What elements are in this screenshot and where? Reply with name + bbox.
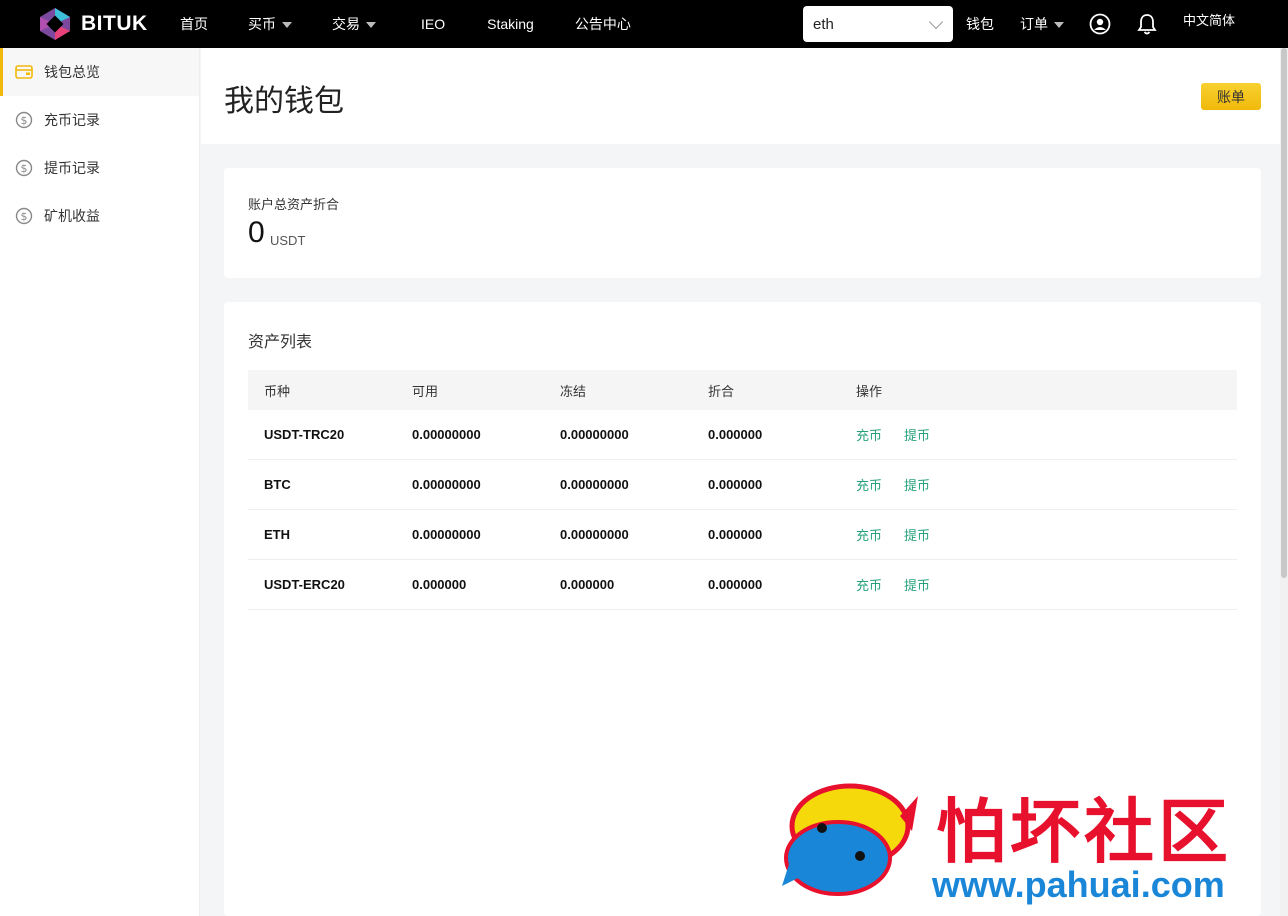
available-amount: 0.00000000 xyxy=(412,427,481,442)
frozen-amount: 0.00000000 xyxy=(560,527,629,542)
equivalent-amount: 0.000000 xyxy=(708,577,763,592)
equivalent-amount: 0.000000 xyxy=(708,427,763,442)
svg-text:$: $ xyxy=(21,210,28,223)
bell-icon[interactable] xyxy=(1137,0,1157,48)
withdraw-link[interactable]: 提币 xyxy=(904,575,930,594)
table-row: ETH 0.00000000 0.00000000 0.000000 充币 提币 xyxy=(248,510,1237,560)
sidebar-item-label: 钱包总览 xyxy=(44,65,100,81)
chevron-down-icon xyxy=(282,22,292,28)
nav-home[interactable]: 首页 xyxy=(180,14,208,34)
header-available: 可用 xyxy=(412,384,439,400)
coin-name: ETH xyxy=(264,527,290,542)
logo-icon xyxy=(37,7,73,41)
sidebar-item-withdraw-history[interactable]: $ 提币记录 xyxy=(0,144,199,192)
watermark-url: www.pahuai.com xyxy=(932,864,1225,905)
coin-name: BTC xyxy=(264,477,291,492)
total-assets-card: 账户总资产折合 0 USDT xyxy=(224,168,1261,278)
header-actions: 操作 xyxy=(856,384,883,400)
header-frozen: 冻结 xyxy=(560,384,587,400)
deposit-link[interactable]: 充币 xyxy=(856,425,882,444)
total-assets-label: 账户总资产折合 xyxy=(248,198,340,213)
row-actions: 充币 提币 xyxy=(840,525,988,544)
chevron-down-icon xyxy=(366,22,376,28)
wallet-icon xyxy=(14,62,34,82)
table-row: USDT-ERC20 0.000000 0.000000 0.000000 充币… xyxy=(248,560,1237,610)
coin-name: USDT-ERC20 xyxy=(264,577,345,592)
bill-button[interactable]: 账单 xyxy=(1201,83,1261,110)
chevron-down-icon xyxy=(1054,22,1064,28)
available-amount: 0.00000000 xyxy=(412,527,481,542)
watermark-chinese-text: 怕坏社区 xyxy=(936,791,1232,873)
table-row: BTC 0.00000000 0.00000000 0.000000 充币 提币 xyxy=(248,460,1237,510)
svg-text:$: $ xyxy=(21,162,28,175)
equivalent-amount: 0.000000 xyxy=(708,477,763,492)
row-actions: 充币 提币 xyxy=(840,475,988,494)
page-header: 我的钱包 账单 xyxy=(201,48,1288,144)
fish-logo-icon xyxy=(782,783,918,896)
nav-buy-label: 买币 xyxy=(248,17,276,33)
top-navbar: BITUK 首页 买币 交易 IEO Staking 公告中心 钱包 订单 xyxy=(0,0,1288,48)
coin-name: USDT-TRC20 xyxy=(264,427,345,442)
sidebar-item-deposit-history[interactable]: $ 充币记录 xyxy=(0,96,199,144)
nav-buy[interactable]: 买币 xyxy=(248,14,292,34)
dollar-icon: $ xyxy=(14,206,34,226)
equivalent-amount: 0.000000 xyxy=(708,527,763,542)
deposit-link[interactable]: 充币 xyxy=(856,525,882,544)
available-amount: 0.00000000 xyxy=(412,477,481,492)
sidebar-item-label: 充币记录 xyxy=(44,113,100,129)
brand-logo[interactable]: BITUK xyxy=(37,7,165,41)
sidebar-item-mining-earnings[interactable]: $ 矿机收益 xyxy=(0,192,199,240)
language-switch[interactable]: 中文简体 xyxy=(1183,0,1235,38)
nav-orders[interactable]: 订单 xyxy=(1020,0,1064,48)
scrollbar-thumb[interactable] xyxy=(1281,48,1287,578)
sidebar-item-label: 矿机收益 xyxy=(44,209,100,225)
brand-name: BITUK xyxy=(81,12,148,35)
withdraw-link[interactable]: 提币 xyxy=(904,475,930,494)
frozen-amount: 0.00000000 xyxy=(560,477,629,492)
row-actions: 充币 提币 xyxy=(840,425,988,444)
withdraw-link[interactable]: 提币 xyxy=(904,425,930,444)
sidebar: 钱包总览 $ 充币记录 $ 提币记录 $ 矿机收益 xyxy=(0,48,200,916)
header-coin: 币种 xyxy=(264,384,291,400)
search-input[interactable] xyxy=(813,15,923,33)
frozen-amount: 0.000000 xyxy=(560,577,615,592)
row-actions: 充币 提币 xyxy=(840,575,988,594)
withdraw-link[interactable]: 提币 xyxy=(904,525,930,544)
nav-trade-label: 交易 xyxy=(332,17,360,33)
page-title: 我的钱包 xyxy=(224,84,344,119)
svg-text:$: $ xyxy=(21,114,28,127)
available-amount: 0.000000 xyxy=(412,577,467,592)
total-assets-unit: USDT xyxy=(270,233,306,248)
table-header: 币种 可用 冻结 折合 操作 xyxy=(248,370,1237,410)
nav-trade[interactable]: 交易 xyxy=(332,14,376,34)
dollar-icon: $ xyxy=(14,158,34,178)
sidebar-item-wallet-overview[interactable]: 钱包总览 xyxy=(0,48,199,96)
sidebar-item-label: 提币记录 xyxy=(44,161,100,177)
nav-orders-label: 订单 xyxy=(1020,17,1048,33)
assets-list-title: 资产列表 xyxy=(248,332,313,351)
nav-wallet[interactable]: 钱包 xyxy=(966,0,994,48)
nav-ieo[interactable]: IEO xyxy=(421,16,445,32)
frozen-amount: 0.00000000 xyxy=(560,427,629,442)
assets-table: 币种 可用 冻结 折合 操作 USDT-TRC20 0.00000000 0.0… xyxy=(248,370,1237,610)
deposit-link[interactable]: 充币 xyxy=(856,575,882,594)
nav-announcements[interactable]: 公告中心 xyxy=(575,14,631,34)
chevron-down-icon[interactable] xyxy=(928,14,944,30)
nav-staking[interactable]: Staking xyxy=(487,16,534,32)
watermark: 怕坏社区 www.pahuai.com xyxy=(780,776,1280,906)
coin-search[interactable] xyxy=(803,6,953,42)
table-row: USDT-TRC20 0.00000000 0.00000000 0.00000… xyxy=(248,410,1237,460)
main-nav: 首页 买币 交易 IEO Staking 公告中心 xyxy=(180,14,631,34)
deposit-link[interactable]: 充币 xyxy=(856,475,882,494)
total-assets-value: 0 xyxy=(248,216,265,249)
user-icon[interactable] xyxy=(1089,0,1111,48)
dollar-icon: $ xyxy=(14,110,34,130)
header-equivalent: 折合 xyxy=(708,384,735,400)
